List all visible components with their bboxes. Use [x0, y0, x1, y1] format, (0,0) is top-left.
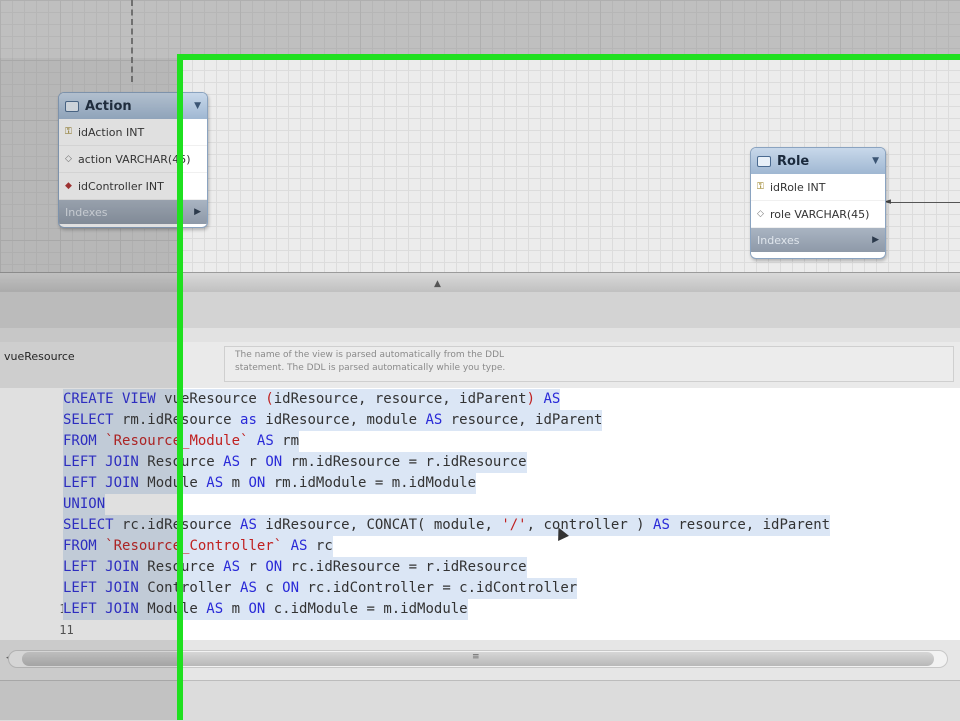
- code-line[interactable]: 8 FROM `Resource_Controller` AS rc: [0, 536, 960, 574]
- editor-tab-strip: [0, 328, 960, 343]
- editor-toolstrip: [0, 292, 960, 329]
- code-line[interactable]: 7 SELECT rc.idResource AS idResource, CO…: [0, 515, 960, 553]
- code-text[interactable]: LEFT JOIN Resource AS r ON rc.idResource…: [63, 557, 527, 578]
- chevron-down-icon[interactable]: ▼: [194, 101, 201, 111]
- column-label: idAction INT: [78, 125, 145, 139]
- entity-column[interactable]: ⚿ idRole INT: [751, 174, 885, 201]
- play-icon: ▶: [194, 207, 201, 217]
- entity-column[interactable]: ⚿ idAction INT: [59, 119, 207, 146]
- entity-role[interactable]: Role ▼ ⚿ idRole INT ◇ role VARCHAR(45) Ind…: [750, 147, 886, 259]
- table-icon: [65, 100, 79, 112]
- line-number: 11: [59, 623, 74, 637]
- column-icon: ◇: [757, 209, 764, 219]
- hint-text: The name of the view is parsed automatic…: [224, 346, 954, 382]
- code-line[interactable]: 5 LEFT JOIN Module AS m ON rm.idModule =…: [0, 473, 960, 511]
- entity-column[interactable]: ◇ role VARCHAR(45): [751, 201, 885, 228]
- horizontal-scrollbar[interactable]: ◀ ≡: [0, 640, 960, 680]
- code-text[interactable]: UNION: [63, 494, 106, 515]
- key-icon: ⚿: [65, 127, 72, 137]
- scrollbar-grip-icon: ≡: [472, 652, 480, 662]
- code-line[interactable]: 4 LEFT JOIN Resource AS r ON rm.idResour…: [0, 452, 960, 490]
- code-text[interactable]: LEFT JOIN Controller AS c ON rc.idContro…: [63, 578, 578, 599]
- table-icon: [757, 155, 771, 167]
- indexes-label: Indexes: [757, 233, 800, 247]
- relationship-line: [131, 0, 133, 82]
- relationship-line: [890, 202, 960, 203]
- entity-header[interactable]: Action ▼: [59, 93, 207, 119]
- code-line[interactable]: 9 LEFT JOIN Resource AS r ON rc.idResour…: [0, 557, 960, 595]
- code-line[interactable]: 1 CREATE VIEW vueResource (idResource, r…: [0, 389, 960, 427]
- hint-line: The name of the view is parsed automatic…: [235, 350, 505, 360]
- entity-action[interactable]: Action ▼ ⚿ idAction INT ◇ action VARCHAR(4…: [58, 92, 208, 228]
- entity-title: Role: [777, 153, 810, 169]
- code-text[interactable]: FROM `Resource_Controller` AS rc: [63, 536, 333, 557]
- entity-title: Action: [85, 98, 132, 114]
- code-text[interactable]: SELECT rm.idResource as idResource, modu…: [63, 410, 603, 431]
- column-label: idController INT: [78, 179, 164, 193]
- sql-editor[interactable]: 1 CREATE VIEW vueResource (idResource, r…: [0, 388, 960, 640]
- indexes-label: Indexes: [65, 205, 108, 219]
- key-icon: ⚿: [757, 182, 764, 192]
- chevron-down-icon[interactable]: ▼: [872, 156, 879, 166]
- code-text[interactable]: CREATE VIEW vueResource (idResource, res…: [63, 389, 561, 410]
- view-name-field[interactable]: vueResource: [4, 350, 75, 363]
- hint-line: statement. The DDL is parsed automatical…: [235, 363, 506, 373]
- play-icon: ▶: [872, 235, 879, 245]
- column-label: role VARCHAR(45): [770, 207, 870, 221]
- splitter-grip-icon: ▲: [434, 279, 441, 289]
- code-text[interactable]: SELECT rc.idResource AS idResource, CONC…: [63, 515, 831, 536]
- column-label: action VARCHAR(45): [78, 152, 191, 166]
- code-text[interactable]: LEFT JOIN Module AS m ON rm.idModule = m…: [63, 473, 477, 494]
- code-line[interactable]: 10 LEFT JOIN Controller AS c ON rc.idCon…: [0, 578, 960, 616]
- entity-indexes[interactable]: Indexes ▶: [751, 228, 885, 252]
- code-text[interactable]: LEFT JOIN Resource AS r ON rm.idResource…: [63, 452, 527, 473]
- code-text[interactable]: FROM `Resource_Module` AS rm: [63, 431, 300, 452]
- code-line[interactable]: 2 SELECT rm.idResource as idResource, mo…: [0, 410, 960, 448]
- entity-column[interactable]: ◇ action VARCHAR(45): [59, 146, 207, 173]
- column-icon: ◇: [65, 154, 72, 164]
- code-text[interactable]: LEFT JOIN Module AS m ON c.idModule = m.…: [63, 599, 468, 620]
- entity-indexes[interactable]: Indexes ▶: [59, 200, 207, 224]
- code-line[interactable]: 3 FROM `Resource_Module` AS rm: [0, 431, 960, 469]
- foreign-key-icon: ◆: [65, 181, 72, 191]
- view-name-row: vueResource The name of the view is pars…: [0, 342, 960, 388]
- code-line[interactable]: 11 LEFT JOIN Module AS m ON c.idModule =…: [0, 599, 960, 637]
- column-label: idRole INT: [770, 180, 826, 194]
- bottom-bar: [0, 680, 960, 721]
- panel-splitter[interactable]: ▲: [0, 272, 960, 294]
- entity-header[interactable]: Role ▼: [751, 148, 885, 174]
- code-line[interactable]: 6 UNION: [0, 494, 960, 532]
- entity-column[interactable]: ◆ idController INT: [59, 173, 207, 200]
